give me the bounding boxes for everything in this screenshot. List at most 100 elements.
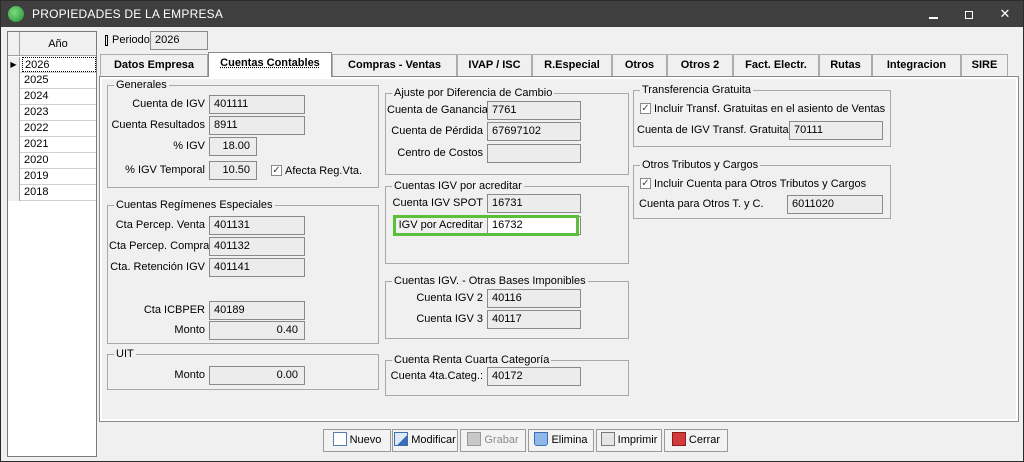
title-bar: PROPIEDADES DE LA EMPRESA ✕: [1, 1, 1023, 27]
nuevo-label: Nuevo: [349, 434, 382, 446]
incluir-otros-tributos-checkbox[interactable]: ✓: [640, 178, 651, 189]
year-cell[interactable]: 2021: [22, 137, 96, 152]
tab-otros-2[interactable]: Otros 2: [667, 54, 733, 76]
percep-venta-label: Cta Percep. Venta: [115, 219, 205, 231]
window-title: PROPIEDADES DE LA EMPRESA: [32, 7, 224, 21]
year-cell[interactable]: 2024: [22, 89, 96, 104]
incluir-otros-tributos-label: Incluir Cuenta para Otros Tributos y Car…: [654, 178, 867, 190]
cerrar-label: Cerrar: [688, 434, 721, 446]
cerrar-button[interactable]: Cerrar: [664, 429, 728, 452]
year-row[interactable]: 2023: [8, 105, 96, 121]
centro-costos-label: Centro de Costos: [397, 147, 483, 159]
elimina-button[interactable]: Elimina: [528, 429, 594, 452]
year-grid[interactable]: Año ▶ 2026 2025 2024 2023 2022 2021 2020…: [7, 31, 97, 457]
row-indicator: [8, 153, 20, 169]
tab-cuentas-contables[interactable]: Cuentas Contables: [208, 52, 332, 77]
edit-icon: [394, 432, 409, 446]
periodo-field[interactable]: 2026: [150, 31, 208, 50]
cuenta-igv2-label: Cuenta IGV 2: [416, 292, 483, 304]
periodo-label-text: Periodo: [112, 34, 150, 46]
trash-icon: [534, 432, 549, 446]
incluir-transf-checkbox[interactable]: ✓: [640, 103, 651, 114]
year-row[interactable]: 2020: [8, 153, 96, 169]
modificar-button[interactable]: Modificar: [392, 429, 458, 452]
percep-venta-field[interactable]: 401131: [209, 216, 305, 235]
tab-compras-ventas[interactable]: Compras - Ventas: [332, 54, 457, 76]
close-window-button[interactable]: ✕: [987, 1, 1023, 27]
new-document-icon: [332, 432, 347, 446]
cuenta-igv3-field[interactable]: 40117: [487, 310, 581, 329]
pct-igv-field[interactable]: 18.00: [209, 137, 257, 156]
cuenta-ganancia-field[interactable]: 7761: [487, 101, 581, 120]
cuenta-igv3-label: Cuenta IGV 3: [416, 313, 483, 325]
tab-ivap-isc[interactable]: IVAP / ISC: [457, 54, 532, 76]
percep-compra-label: Cta Percep. Compra: [109, 240, 210, 252]
uit-monto-field[interactable]: 0.00: [209, 366, 305, 385]
tab-datos-empresa[interactable]: Datos Empresa: [100, 54, 208, 76]
cuenta-4ta-field[interactable]: 40172: [487, 367, 581, 386]
minimize-button[interactable]: [915, 1, 951, 27]
row-indicator: [8, 105, 20, 121]
row-indicator: [8, 89, 20, 105]
year-row[interactable]: 2025: [8, 73, 96, 89]
igv-transf-gratuita-label: Cuenta de IGV Transf. Gratuita: [637, 124, 789, 136]
tab-r-especial[interactable]: R.Especial: [532, 54, 612, 76]
tab-otros[interactable]: Otros: [612, 54, 667, 76]
row-indicator: [8, 73, 20, 89]
year-row[interactable]: 2024: [8, 89, 96, 105]
afecta-reg-vta-label: Afecta Reg.Vta.: [285, 165, 363, 177]
year-cell[interactable]: 2020: [22, 153, 96, 168]
cuenta-igv2-field[interactable]: 40116: [487, 289, 581, 308]
app-logo-icon: [8, 6, 24, 22]
year-cell[interactable]: 2026: [22, 57, 96, 72]
cuenta-otros-tyc-field[interactable]: 6011020: [787, 195, 883, 214]
cuenta-resultados-field[interactable]: 8911: [209, 116, 305, 135]
tab-integracion[interactable]: Integracion: [872, 54, 961, 76]
year-row[interactable]: 2018: [8, 185, 96, 201]
uit-title: UIT: [114, 348, 136, 360]
grabar-label: Grabar: [484, 434, 519, 446]
imprimir-label: Imprimir: [617, 434, 658, 446]
tab-rutas[interactable]: Rutas: [819, 54, 872, 76]
year-cell[interactable]: 2025: [22, 73, 96, 88]
incluir-transf-label: Incluir Transf. Gratuitas en el asiento …: [654, 103, 886, 115]
igv-spot-label: Cuenta IGV SPOT: [392, 197, 483, 209]
cuenta-igv-field[interactable]: 401111: [209, 95, 305, 114]
cuenta-perdida-field[interactable]: 67697102: [487, 122, 581, 141]
year-cell[interactable]: 2018: [22, 185, 96, 200]
icbper-label: Cta ICBPER: [143, 304, 205, 316]
year-row[interactable]: 2019: [8, 169, 96, 185]
exit-icon: [671, 432, 686, 446]
tab-sire[interactable]: SIRE: [961, 54, 1008, 76]
igv-acreditar-title: Cuentas IGV por acreditar: [392, 180, 524, 192]
year-cell[interactable]: 2023: [22, 105, 96, 120]
year-cell[interactable]: 2019: [22, 169, 96, 184]
otros-tributos-title: Otros Tributos y Cargos: [640, 159, 761, 171]
year-row[interactable]: ▶ 2026: [8, 57, 96, 73]
periodo-marker-icon: [105, 34, 108, 46]
icbper-field[interactable]: 40189: [209, 301, 305, 320]
igv-spot-field[interactable]: 16731: [487, 194, 581, 213]
row-indicator: [8, 137, 20, 153]
row-indicator: [8, 185, 20, 201]
retencion-igv-field[interactable]: 401141: [209, 258, 305, 277]
pct-igv-temporal-field[interactable]: 10.50: [209, 161, 257, 180]
grabar-button[interactable]: Grabar: [460, 429, 526, 452]
percep-compra-field[interactable]: 401132: [209, 237, 305, 256]
year-row[interactable]: 2022: [8, 121, 96, 137]
properties-window: PROPIEDADES DE LA EMPRESA ✕ Año ▶ 2026 2…: [0, 0, 1024, 462]
periodo-label: Periodo: [105, 34, 150, 46]
afecta-reg-vta-checkbox[interactable]: ✓: [271, 165, 282, 176]
centro-costos-field[interactable]: [487, 144, 581, 163]
nuevo-button[interactable]: Nuevo: [323, 429, 391, 452]
igv-transf-gratuita-field[interactable]: 70111: [789, 121, 883, 140]
tab-fact-electr[interactable]: Fact. Electr.: [733, 54, 819, 76]
regimenes-monto-field[interactable]: 0.40: [209, 321, 305, 340]
save-icon: [467, 432, 482, 446]
regimenes-title: Cuentas Regímenes Especiales: [114, 199, 275, 211]
maximize-button[interactable]: [951, 1, 987, 27]
imprimir-button[interactable]: Imprimir: [596, 429, 662, 452]
cuenta-resultados-label: Cuenta Resultados: [111, 119, 205, 131]
year-row[interactable]: 2021: [8, 137, 96, 153]
year-cell[interactable]: 2022: [22, 121, 96, 136]
